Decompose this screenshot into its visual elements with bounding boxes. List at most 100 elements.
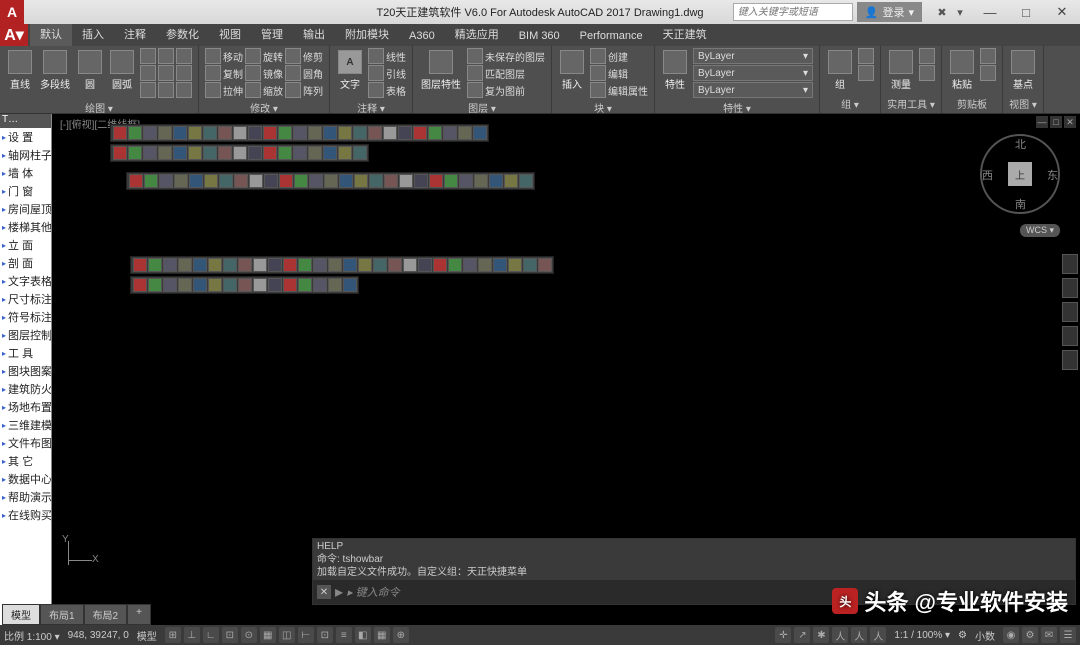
layout-tab[interactable]: 布局2 [84,604,128,625]
sidebar-item[interactable]: 符号标注 [0,308,51,326]
toolbar-button[interactable] [328,258,342,272]
sidebar-item[interactable]: 图块图案 [0,362,51,380]
status-toggle[interactable]: 人 [832,627,848,643]
command-prompt[interactable]: ▸ 键入命令 [347,584,400,600]
base-view-button[interactable]: 基点 [1009,48,1037,93]
toolbar-button[interactable] [223,278,237,292]
status-toggle[interactable]: ◉ [1003,627,1019,643]
toolbar-button[interactable] [203,126,217,140]
toolbar-button[interactable] [249,174,263,188]
nav-wheel-icon[interactable] [1062,254,1078,274]
modify-镜像[interactable] [245,65,261,81]
toolbar-button[interactable] [293,126,307,140]
layer-properties-button[interactable]: 图层特性 [419,48,463,93]
modify-拉伸[interactable] [205,82,221,98]
toolbar-button[interactable] [189,174,203,188]
modify-圆角[interactable] [285,65,301,81]
ribbon-tab-7[interactable]: 附加模块 [335,22,399,46]
toolbar-button[interactable] [283,278,297,292]
toolbar-button[interactable] [219,174,233,188]
status-toggle[interactable]: ✉ [1041,627,1057,643]
sidebar-item[interactable]: 剖 面 [0,254,51,272]
toolbar-button[interactable] [443,126,457,140]
toolbar-button[interactable] [113,146,127,160]
toolbar-button[interactable] [143,146,157,160]
toolbar-button[interactable] [159,174,173,188]
toolbar-button[interactable] [478,258,492,272]
sidebar-item[interactable]: 数据中心 [0,470,51,488]
status-toggle[interactable]: ◧ [355,627,371,643]
ribbon-tab-3[interactable]: 参数化 [156,22,209,46]
draw-直线[interactable]: 直线 [6,48,34,93]
floating-toolbar-3[interactable] [126,172,535,190]
draw-圆弧[interactable]: 圆弧 [108,48,136,93]
toolbar-button[interactable] [133,258,147,272]
toolbar-button[interactable] [253,258,267,272]
toolbar-button[interactable] [218,126,232,140]
sidebar-item[interactable]: 尺寸标注 [0,290,51,308]
toolbar-button[interactable] [268,258,282,272]
toolbar-button[interactable] [523,258,537,272]
sidebar-item[interactable]: 工 具 [0,344,51,362]
status-toggle[interactable]: ✛ [775,627,791,643]
toolbar-button[interactable] [538,258,552,272]
toolbar-button[interactable] [223,258,237,272]
modify-移动[interactable] [205,48,221,64]
modify-复制[interactable] [205,65,221,81]
toolbar-button[interactable] [253,278,267,292]
sidebar-item[interactable]: 建筑防火 [0,380,51,398]
toolbar-button[interactable] [278,146,292,160]
toolbar-button[interactable] [429,174,443,188]
status-toggle[interactable]: ⊕ [393,627,409,643]
toolbar-button[interactable] [263,126,277,140]
nav-pan-icon[interactable] [1062,278,1078,298]
sidebar-item[interactable]: 设 置 [0,128,51,146]
viewcube[interactable]: 上 北 南 东 西 [980,134,1060,214]
toolbar-button[interactable] [369,174,383,188]
sidebar-item[interactable]: 房间屋顶 [0,200,51,218]
toolbar-button[interactable] [313,278,327,292]
layer-combo[interactable]: ByLayer▾ [693,48,813,64]
toolbar-button[interactable] [293,146,307,160]
ribbon-tab-6[interactable]: 输出 [293,22,335,46]
toolbar-button[interactable] [328,278,342,292]
ribbon-tab-5[interactable]: 管理 [251,22,293,46]
wcs-dropdown[interactable]: WCS ▾ [1020,224,1060,237]
modify-缩放[interactable] [245,82,261,98]
toolbar-button[interactable] [324,174,338,188]
sidebar-item[interactable]: 文件布图 [0,434,51,452]
sidebar-item[interactable]: 轴网柱子 [0,146,51,164]
modify-修剪[interactable] [285,48,301,64]
status-toggle[interactable]: ⊡ [317,627,333,643]
properties-button[interactable]: 特性 [661,48,689,93]
sidebar-item[interactable]: 图层控制 [0,326,51,344]
toolbar-button[interactable] [384,174,398,188]
toolbar-button[interactable] [313,258,327,272]
toolbar-button[interactable] [173,126,187,140]
toolbar-button[interactable] [208,278,222,292]
toolbar-button[interactable] [234,174,248,188]
draw-圆[interactable]: 圆 [76,48,104,93]
minimize-button[interactable]: — [972,0,1008,24]
toolbar-button[interactable] [278,126,292,140]
annotation-scale[interactable]: 1:1 / 100% ▾ [894,630,950,641]
sidebar-item[interactable]: 场地布置 [0,398,51,416]
scale-dropdown[interactable]: 比例 1:100 ▾ [4,628,60,643]
toolbar-button[interactable] [383,126,397,140]
toolbar-button[interactable] [173,146,187,160]
close-button[interactable]: ✕ [1044,0,1080,24]
ribbon-tab-4[interactable]: 视图 [209,22,251,46]
toolbar-button[interactable] [133,278,147,292]
toolbar-button[interactable] [268,278,282,292]
command-close-icon[interactable]: ✕ [317,585,331,599]
toolbar-button[interactable] [373,258,387,272]
paste-button[interactable]: 粘贴 [948,48,976,93]
sidebar-title[interactable]: T… [0,114,51,128]
viewport-minimize-icon[interactable]: — [1036,116,1048,128]
help-icon[interactable]: ▾ [952,4,968,20]
sidebar-item[interactable]: 楼梯其他 [0,218,51,236]
model-space-button[interactable]: 模型 [137,628,157,643]
viewport-maximize-icon[interactable]: □ [1050,116,1062,128]
toolbar-button[interactable] [238,258,252,272]
toolbar-button[interactable] [248,126,262,140]
